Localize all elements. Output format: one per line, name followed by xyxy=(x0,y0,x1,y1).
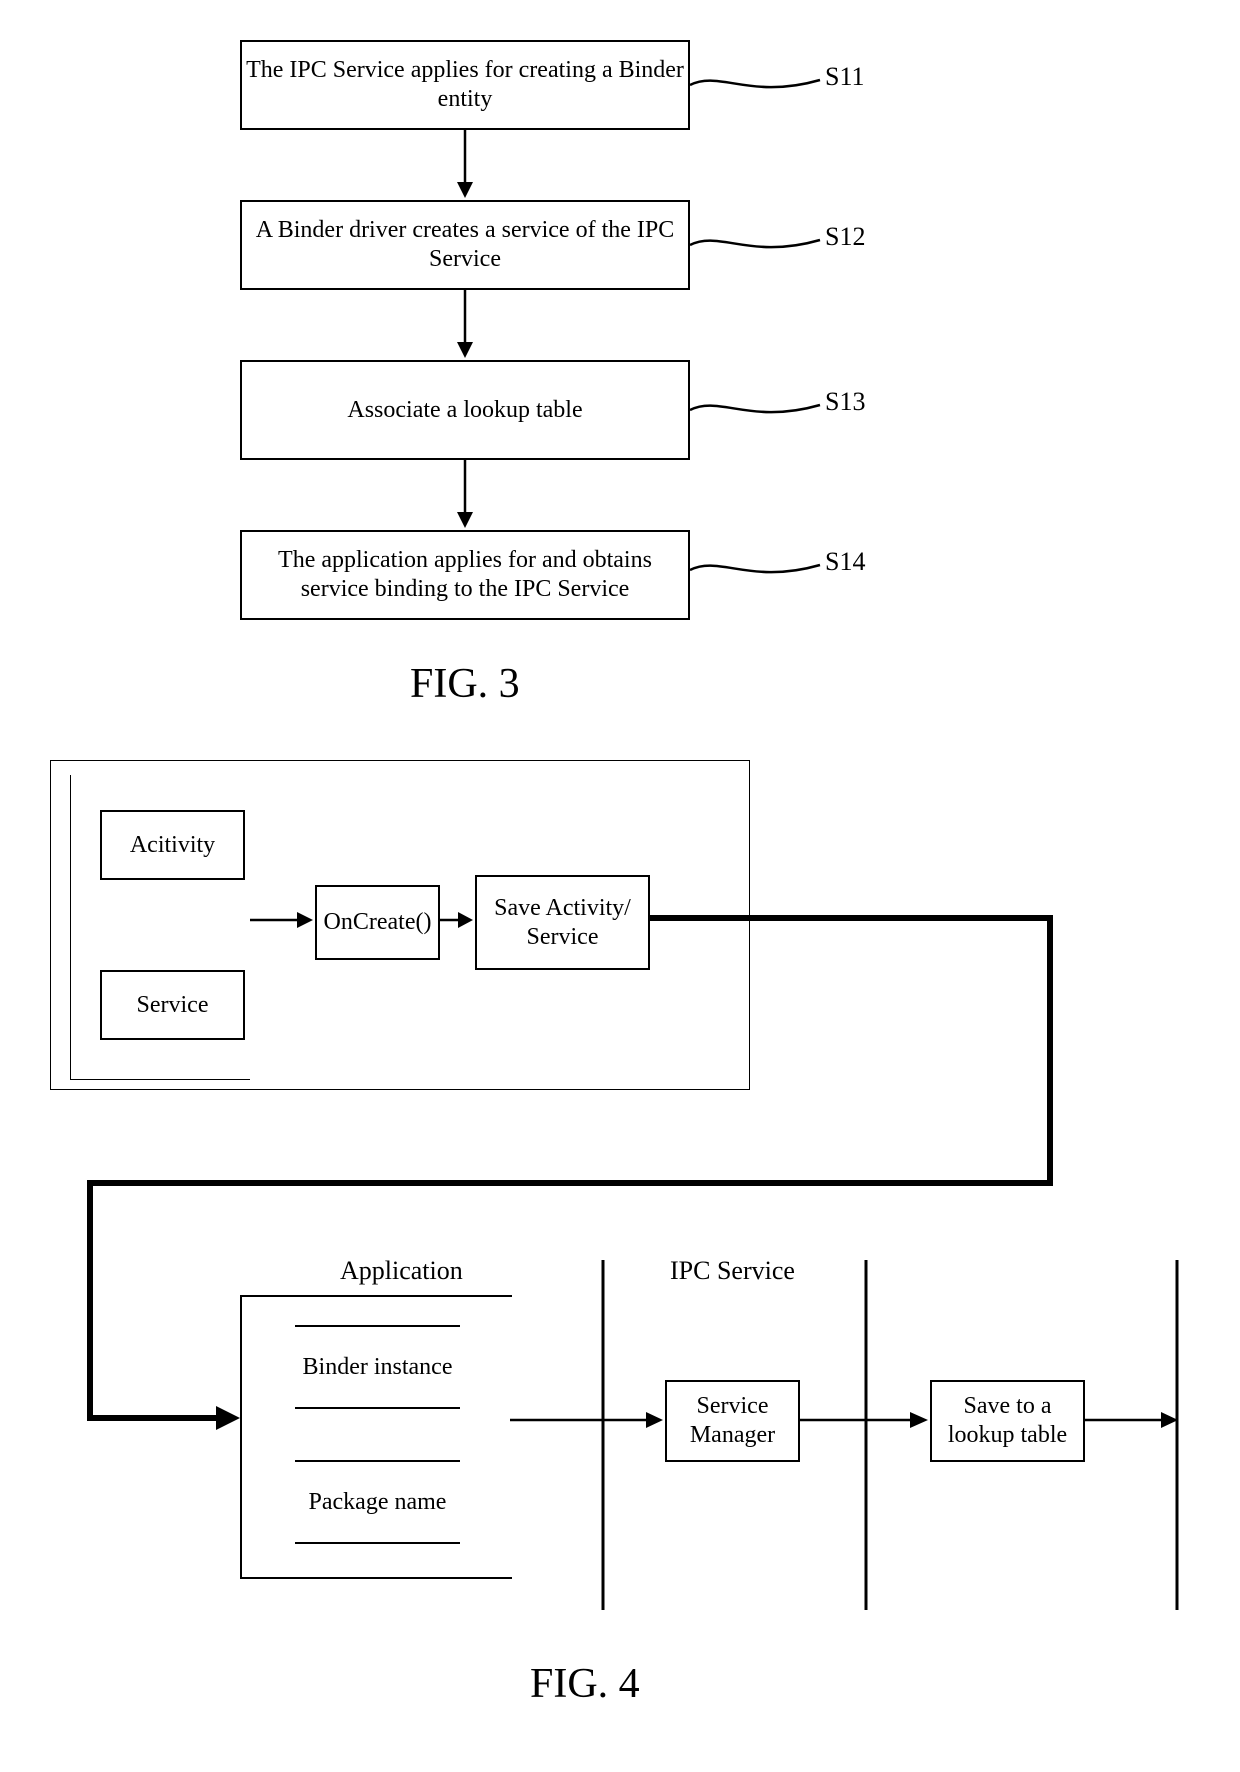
fig4-arrow-lookup-right xyxy=(1085,1410,1180,1430)
fig3-arrow-3-4 xyxy=(455,460,475,530)
fig3-s12-connector xyxy=(690,235,820,275)
fig4-binder-instance-box: Binder instance xyxy=(295,1325,460,1409)
fig3-s12-label: S12 xyxy=(825,222,865,252)
fig3-step1-text: The IPC Service applies for creating a B… xyxy=(246,56,684,114)
fig4-lookup-text: Save to a lookup table xyxy=(936,1392,1079,1450)
fig3-step2-box: A Binder driver creates a service of the… xyxy=(240,200,690,290)
fig3-s11-connector xyxy=(690,75,820,115)
fig3-step4-box: The application applies for and obtains … xyxy=(240,530,690,620)
fig4-package-name-box: Package name xyxy=(295,1460,460,1544)
fig4-package-name-text: Package name xyxy=(309,1489,447,1516)
fig3-s14-connector xyxy=(690,560,820,600)
fig4-ipc-heading: IPC Service xyxy=(670,1256,795,1286)
fig4-application-heading: Application xyxy=(340,1256,463,1286)
fig3-step3-box: Associate a lookup table xyxy=(240,360,690,460)
fig4-service-manager-box: Service Manager xyxy=(665,1380,800,1462)
fig3-arrow-1-2 xyxy=(455,130,475,200)
fig3-step3-text: Associate a lookup table xyxy=(347,396,582,425)
fig3-step4-text: The application applies for and obtains … xyxy=(246,546,684,604)
fig3-s11-label: S11 xyxy=(825,62,865,92)
fig4-arrow-app-sm xyxy=(510,1410,665,1430)
fig3-s14-label: S14 xyxy=(825,547,865,577)
fig3-step1-box: The IPC Service applies for creating a B… xyxy=(240,40,690,130)
fig4-lookup-box: Save to a lookup table xyxy=(930,1380,1085,1462)
fig4-vline-3 xyxy=(1175,1260,1179,1610)
fig4-caption: FIG. 4 xyxy=(530,1660,640,1708)
fig4-binder-instance-text: Binder instance xyxy=(303,1354,453,1381)
fig3-step2-text: A Binder driver creates a service of the… xyxy=(246,216,684,274)
fig4-activity-text: Acitivity xyxy=(130,831,215,860)
fig3-s13-connector xyxy=(690,400,820,440)
fig3-s13-label: S13 xyxy=(825,387,865,417)
fig3-arrow-2-3 xyxy=(455,290,475,360)
fig4-vline-2 xyxy=(864,1260,868,1610)
fig4-vline-1 xyxy=(601,1260,605,1610)
fig3-caption: FIG. 3 xyxy=(410,660,520,708)
fig4-activity-box: Acitivity xyxy=(100,810,245,880)
fig4-service-manager-text: Service Manager xyxy=(671,1392,794,1450)
